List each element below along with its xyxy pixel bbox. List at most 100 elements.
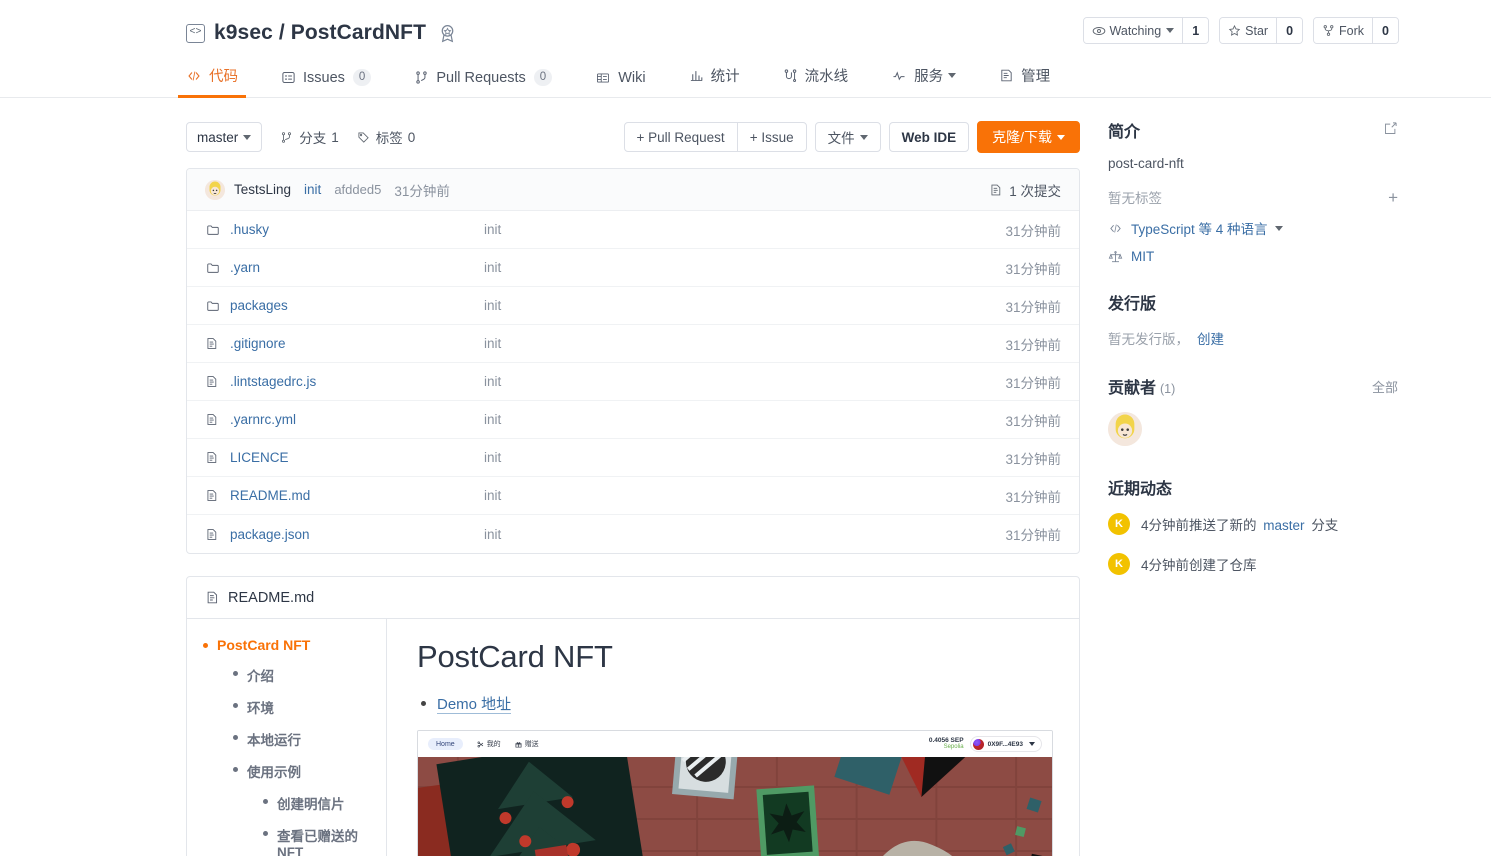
commit-message[interactable]: init [304,182,321,197]
file-name[interactable]: README.md [230,488,484,503]
table-row[interactable]: packages init 31分钟前 [187,287,1079,325]
file-name[interactable]: .yarnrc.yml [230,412,484,427]
tab-wiki[interactable]: Wiki [595,70,666,97]
avatar[interactable]: K [1108,553,1130,575]
code-icon [1110,224,1121,232]
fork-button[interactable]: Fork [1314,18,1373,43]
gift-icon [515,741,522,747]
license-link[interactable]: MIT [1131,249,1154,264]
toc-item[interactable]: 介绍 [231,665,386,685]
file-name[interactable]: .gitignore [230,336,484,351]
star-button[interactable]: Star [1220,18,1277,43]
file-name[interactable]: .yarn [230,260,484,275]
readme-content: PostCard NFT Demo 地址 Home 我的 赠送 0.4056 S… [387,619,1079,856]
file-commit-message: init [484,222,502,237]
plus-icon[interactable]: + [1388,189,1398,206]
table-row[interactable]: .husky init 31分钟前 [187,211,1079,249]
tags-link[interactable]: 标签 0 [357,127,415,147]
table-row[interactable]: .gitignore init 31分钟前 [187,325,1079,363]
star-button-group[interactable]: Star 0 [1219,17,1304,44]
commits-count-label: 1 次提交 [1009,183,1061,199]
toc-item-root[interactable]: PostCard NFT 介绍 环境 本地运行 使用示例 创建明信片 查看已赠送… [201,637,386,856]
clone-download-button[interactable]: 克隆/下载 [977,121,1080,153]
edit-icon[interactable] [1383,121,1398,139]
releases-empty-label: 暂无发行版， [1108,332,1189,347]
tab-issues[interactable]: Issues 0 [281,69,392,97]
page-title: k9sec / PostCardNFT [214,21,426,45]
watch-label: Watching [1109,23,1162,38]
watch-count[interactable]: 1 [1182,18,1209,43]
tab-statistics[interactable]: 统计 [689,65,761,97]
contributor-avatar[interactable] [1108,412,1142,446]
fork-button-group[interactable]: Fork 0 [1313,17,1399,44]
branch-icon [282,131,292,143]
toc-item[interactable]: 环境 [231,697,386,717]
commit-author[interactable]: TestsLing [234,182,291,197]
tab-manage[interactable]: 管理 [999,65,1071,97]
file-commit-time: 31分钟前 [1005,261,1061,277]
intro-description: post-card-nft [1108,156,1184,171]
languages-link[interactable]: TypeScript 等 4 种语言 [1131,218,1268,238]
activity-prefix: 4分钟前创建了仓库 [1141,558,1257,573]
languages-row[interactable]: TypeScript 等 4 种语言 [1108,218,1398,238]
create-release-link[interactable]: 创建 [1197,328,1224,348]
file-name[interactable]: packages [230,298,484,313]
files-dropdown-button[interactable]: 文件 [814,122,881,152]
main-column: master 分支 1 标签 0 + Pull Request + Issue [186,98,1080,856]
repo-name[interactable]: PostCardNFT [291,21,426,44]
table-row[interactable]: LICENCE init 31分钟前 [187,439,1079,477]
toc-item[interactable]: 本地运行 [231,729,386,749]
file-name[interactable]: LICENCE [230,450,484,465]
activity-suffix: 分支 [1311,518,1339,533]
demo-link[interactable]: Demo 地址 [437,696,512,714]
commit-sha[interactable]: afdded5 [334,182,381,197]
star-count[interactable]: 0 [1276,18,1303,43]
postcard-illustration [418,757,1052,856]
table-row[interactable]: README.md init 31分钟前 [187,477,1079,515]
branch-selector[interactable]: master [186,122,263,152]
chart-icon [689,68,704,83]
table-row[interactable]: .yarn init 31分钟前 [187,249,1079,287]
new-issue-button[interactable]: + Issue [736,122,807,152]
tab-services[interactable]: 服务 [891,65,977,97]
web-ide-button[interactable]: Web IDE [888,122,970,152]
file-name[interactable]: .husky [230,222,484,237]
toc-item[interactable]: 创建明信片 [261,793,386,813]
list-item: K 4分钟前创建了仓库 [1108,553,1398,575]
tab-pull-requests[interactable]: Pull Requests 0 [414,69,573,97]
watch-button[interactable]: Watching [1083,18,1183,43]
readme-link-list: Demo 地址 [417,693,1053,714]
contributors-count: (1) [1160,382,1176,396]
fork-count[interactable]: 0 [1372,18,1398,43]
file-commit-time: 31分钟前 [1005,223,1061,239]
star-label: Star [1245,23,1269,38]
new-pull-request-button[interactable]: + Pull Request [623,122,738,152]
avatar[interactable]: K [1108,513,1130,535]
file-icon [205,450,221,465]
table-row[interactable]: .yarnrc.yml init 31分钟前 [187,401,1079,439]
branches-count: 1 [331,129,339,145]
file-name[interactable]: .lintstagedrc.js [230,374,484,389]
branch-selector-label: master [197,129,239,145]
toc-item-label: PostCard NFT [217,637,311,653]
table-row[interactable]: .lintstagedrc.js init 31分钟前 [187,363,1079,401]
commits-count-link[interactable]: 1 次提交 [989,180,1061,200]
file-name[interactable]: package.json [230,527,484,542]
tab-pipelines[interactable]: 流水线 [783,65,870,97]
scissors-icon [477,741,483,747]
table-row[interactable]: package.json init 31分钟前 [187,515,1079,553]
toc-item[interactable]: 查看已赠送的 NFT [261,825,386,856]
tab-wiki-label: Wiki [618,70,646,86]
activity-branch-link[interactable]: master [1263,518,1304,533]
watch-button-group[interactable]: Watching 1 [1082,17,1210,44]
tab-statistics-label: 统计 [710,69,740,85]
repo-owner[interactable]: k9sec [214,21,273,44]
contributors-all-link[interactable]: 全部 [1372,377,1398,396]
tags-row: 暂无标签 + [1108,187,1398,207]
no-tags-label: 暂无标签 [1108,191,1162,206]
branches-link[interactable]: 分支 1 [280,127,339,147]
tab-code[interactable]: 代码 [178,65,259,98]
toc-item[interactable]: 使用示例 创建明信片 查看已赠送的 NFT 查看收到的 NFT [231,761,386,856]
pipe-icon [783,68,798,83]
license-row[interactable]: MIT [1108,249,1398,264]
